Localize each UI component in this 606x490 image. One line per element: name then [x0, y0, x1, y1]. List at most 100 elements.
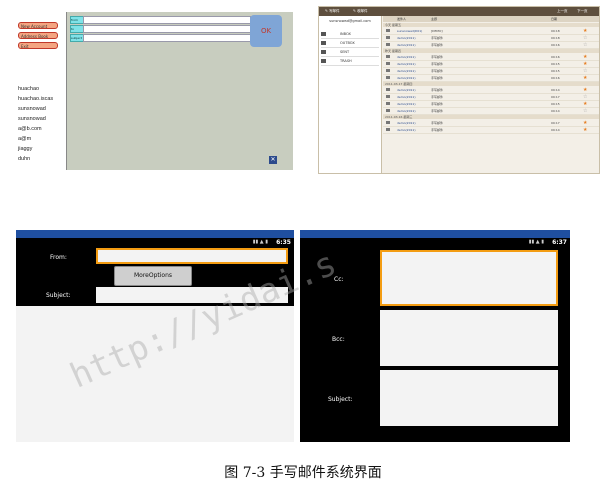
col-date[interactable]: 日期 [551, 17, 557, 21]
exit-button[interactable]: Exit [18, 42, 58, 49]
star-icon[interactable]: ☆ [583, 108, 587, 114]
date-group-header: 今天 星期五 [383, 23, 599, 27]
receive-button[interactable]: ✎ 收邮件 [353, 8, 368, 15]
prev-page-button[interactable]: 上一页 [557, 8, 568, 15]
star-icon[interactable]: ★ [583, 54, 587, 60]
message-row[interactable]: demo(2011) 手写邮件 09:17 ★ [383, 120, 599, 127]
folder-outbox[interactable]: OUTBOX [321, 39, 379, 48]
compose-label: 写邮件 [329, 9, 340, 13]
cc-label: Cc: [334, 276, 344, 283]
message-row[interactable]: demo(2011) 手写邮件 09:16 ☆ [383, 42, 599, 49]
message-row[interactable]: demo(2011) 手写邮件 09:15 ☆ [383, 68, 599, 75]
contact-item[interactable]: sunsnowad [18, 106, 46, 112]
contact-item[interactable]: duhn [18, 156, 30, 162]
contact-item[interactable]: huachao [18, 86, 39, 92]
message-date: 09:16 [551, 76, 560, 80]
star-icon[interactable]: ☆ [583, 35, 587, 41]
date-group-header: 2011-03-16 星期三 [383, 115, 599, 119]
folder-sent[interactable]: SENT [321, 48, 379, 57]
envelope-icon [386, 95, 390, 98]
envelope-icon [386, 29, 390, 32]
body-handwriting-area[interactable] [16, 306, 294, 442]
from-field[interactable] [83, 16, 251, 24]
message-sender: demo(2011) [397, 76, 416, 80]
message-sender: demo(2011) [397, 95, 416, 99]
star-icon[interactable]: ★ [583, 61, 587, 67]
message-subject: 手写邮件 [431, 36, 444, 40]
cc-field[interactable] [380, 250, 558, 306]
message-subject: 手写邮件 [431, 88, 444, 92]
message-row[interactable]: demo(2011) 手写邮件 09:16 ★ [383, 54, 599, 61]
envelope-icon [386, 62, 390, 65]
star-icon[interactable]: ★ [583, 127, 587, 133]
contact-item[interactable]: huachao.iscas [18, 96, 53, 102]
account-email: sunsnowad@gmail.com [329, 19, 371, 23]
message-row[interactable]: demo(2011) 手写邮件 09:14 ★ [383, 87, 599, 94]
next-page-button[interactable]: 下一页 [577, 8, 588, 15]
from-field[interactable] [96, 248, 288, 264]
envelope-icon [386, 36, 390, 39]
message-row[interactable]: demo(2011) 手写邮件 09:15 ★ [383, 101, 599, 108]
compose-button[interactable]: ✎ 写邮件 [325, 8, 340, 15]
message-row[interactable]: demo(2011) 手写邮件 09:17 ☆ [383, 94, 599, 101]
message-subject: [DEMO] [431, 29, 443, 33]
to-field[interactable] [83, 25, 251, 33]
folder-trash[interactable]: TRASH [321, 57, 379, 66]
handwriting-canvas[interactable]: from to subject OK ✕ [66, 12, 293, 170]
envelope-icon [386, 102, 390, 105]
message-date: 09:18 [551, 36, 560, 40]
star-icon[interactable]: ☆ [583, 68, 587, 74]
message-row[interactable]: demo(2011) 手写邮件 09:14 ☆ [383, 108, 599, 115]
message-date: 09:17 [551, 95, 560, 99]
contact-item[interactable]: sunsnowad [18, 116, 46, 122]
bcc-field[interactable] [380, 310, 558, 366]
subject-field[interactable] [96, 287, 288, 303]
close-icon[interactable]: ✕ [269, 156, 277, 164]
star-icon[interactable]: ☆ [583, 94, 587, 100]
message-date: 09:14 [551, 88, 560, 92]
star-icon[interactable]: ★ [583, 87, 587, 93]
contact-item[interactable]: a@m [18, 136, 31, 142]
message-row[interactable]: demo(2011) 手写邮件 09:15 ★ [383, 61, 599, 68]
subject-label: subject [70, 34, 84, 42]
signal-icon: ▮▮ ▲ ▮ [252, 239, 268, 245]
star-icon[interactable]: ★ [583, 75, 587, 81]
message-sender: demo(2011) [397, 43, 416, 47]
message-subject: 手写邮件 [431, 102, 444, 106]
contact-item[interactable]: jiaggy [18, 146, 32, 152]
message-sender: demo(2011) [397, 121, 416, 125]
subject-field[interactable] [83, 34, 251, 42]
folder-label: TRASH [340, 59, 352, 63]
panel-web-mailbox: ✎ 写邮件 ✎ 收邮件 上一页 下一页 sunsnowad@gmail.com … [318, 6, 600, 174]
contact-item[interactable]: a@b.com [18, 126, 42, 132]
message-row[interactable]: demo(2011) 手写邮件 09:18 ☆ [383, 35, 599, 42]
panel-android-compose-2: 5554:a89_dog ▮▮ ▲ ▮ 6:37 Cc: Bcc: Subjec… [300, 230, 570, 442]
signal-icon: ▮▮ ▲ ▮ [528, 239, 544, 245]
star-icon[interactable]: ★ [583, 101, 587, 107]
more-options-button[interactable]: MoreOptions [114, 266, 192, 286]
message-row[interactable]: demo(2011) 手写邮件 09:14 ★ [383, 127, 599, 134]
folder-icon [321, 41, 326, 45]
message-date: 09:18 [551, 29, 560, 33]
new-account-button[interactable]: New Account [18, 22, 58, 29]
star-icon[interactable]: ★ [583, 120, 587, 126]
envelope-icon [386, 88, 390, 91]
envelope-icon [386, 43, 390, 46]
message-list: 发件人 主题 日期 今天 星期五 sunsnowad(D01) [DEMO] 09:1… [383, 16, 599, 173]
star-icon[interactable]: ★ [583, 28, 587, 34]
star-icon[interactable]: ☆ [583, 42, 587, 48]
address-book-button[interactable]: Address Book [18, 32, 58, 39]
message-subject: 手写邮件 [431, 128, 444, 132]
col-subject[interactable]: 主题 [431, 17, 437, 21]
message-subject: 手写邮件 [431, 121, 444, 125]
emulator-titlebar: 5554:a89_dog [300, 230, 570, 246]
subject-field[interactable] [380, 370, 558, 426]
message-row[interactable]: sunsnowad(D01) [DEMO] 09:18 ★ [383, 28, 599, 35]
ok-button[interactable]: OK [250, 15, 282, 47]
envelope-icon [386, 128, 390, 131]
folder-inbox[interactable]: INBOX [321, 30, 379, 39]
message-row[interactable]: demo(2011) 手写邮件 09:16 ★ [383, 75, 599, 82]
message-sender: demo(2011) [397, 102, 416, 106]
col-sender[interactable]: 发件人 [397, 17, 406, 21]
message-subject: 手写邮件 [431, 95, 444, 99]
